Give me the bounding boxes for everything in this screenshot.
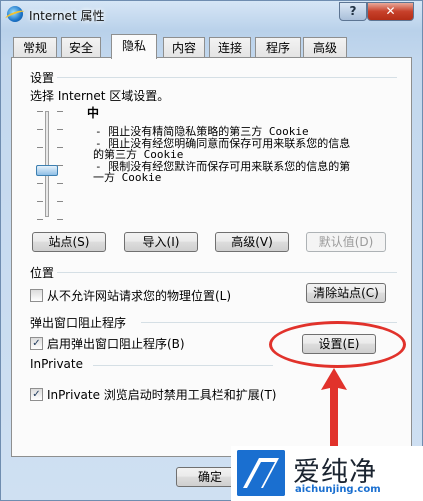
tab-programs[interactable]: 程序 <box>255 37 301 58</box>
internet-properties-window: Internet 属性 ? ✕ 常规 安全 隐私 内容 连接 程序 高级 设置 … <box>0 0 423 501</box>
settings-heading: 设置 <box>30 71 55 85</box>
popup-blocker-heading: 弹出窗口阻止程序 <box>30 316 127 330</box>
internet-explorer-icon <box>7 6 23 22</box>
watermark-logo-icon <box>237 450 285 496</box>
popup-blocker-option[interactable]: ✓ 启用弹出窗口阻止程序(B) <box>30 335 185 352</box>
privacy-level-description: - 阻止没有精简隐私策略的第三方 Cookie - 阻止没有经您明确同意而保存可… <box>93 125 395 184</box>
tab-content[interactable]: 内容 <box>163 37 205 58</box>
help-button[interactable]: ? <box>339 2 367 21</box>
window-title: Internet 属性 <box>29 9 105 23</box>
highlight-ellipse <box>269 321 406 368</box>
location-checkbox[interactable] <box>30 289 43 302</box>
advanced-button[interactable]: 高级(V) <box>215 232 289 252</box>
description-line: 一方 Cookie <box>93 171 162 184</box>
watermark: 爱纯净 aichunjing.com <box>231 446 423 501</box>
privacy-slider-track[interactable] <box>45 111 49 217</box>
inprivate-heading: InPrivate <box>30 357 83 371</box>
title-bar[interactable]: Internet 属性 ? ✕ <box>1 1 422 31</box>
clear-sites-button[interactable]: 清除站点(C) <box>306 283 386 303</box>
description-line: - 阻止没有精简隐私策略的第三方 Cookie <box>95 125 309 138</box>
tab-connections[interactable]: 连接 <box>209 37 251 58</box>
popup-blocker-checkbox-label: 启用弹出窗口阻止程序(B) <box>47 337 185 351</box>
privacy-level-name: 中 <box>87 106 100 120</box>
privacy-slider-thumb[interactable] <box>36 165 58 176</box>
inprivate-option[interactable]: ✓ InPrivate 浏览启动时禁用工具栏和扩展(T) <box>30 386 277 403</box>
divider <box>93 365 273 366</box>
description-line: 的第三方 Cookie <box>93 148 184 161</box>
location-checkbox-label: 从不允许网站请求您的物理位置(L) <box>47 289 232 303</box>
divider <box>57 77 397 78</box>
sites-button[interactable]: 站点(S) <box>32 232 106 252</box>
tab-security[interactable]: 安全 <box>61 37 101 58</box>
tab-general[interactable]: 常规 <box>13 37 57 58</box>
zone-instruction: 选择 Internet 区域设置。 <box>30 89 170 103</box>
close-button[interactable]: ✕ <box>367 2 414 21</box>
popup-blocker-checkbox[interactable]: ✓ <box>30 337 43 350</box>
location-heading: 位置 <box>30 266 55 280</box>
inprivate-checkbox-label: InPrivate 浏览启动时禁用工具栏和扩展(T) <box>47 388 277 402</box>
watermark-url: aichunjing.com <box>295 484 381 495</box>
arrow-up-icon <box>321 368 347 448</box>
tab-privacy[interactable]: 隐私 <box>111 34 157 59</box>
divider <box>57 272 397 273</box>
import-button[interactable]: 导入(I) <box>124 232 198 252</box>
inprivate-checkbox[interactable]: ✓ <box>30 388 43 401</box>
tab-advanced[interactable]: 高级 <box>303 37 347 58</box>
default-button[interactable]: 默认值(D) <box>306 232 386 252</box>
location-option[interactable]: 从不允许网站请求您的物理位置(L) <box>30 287 231 304</box>
